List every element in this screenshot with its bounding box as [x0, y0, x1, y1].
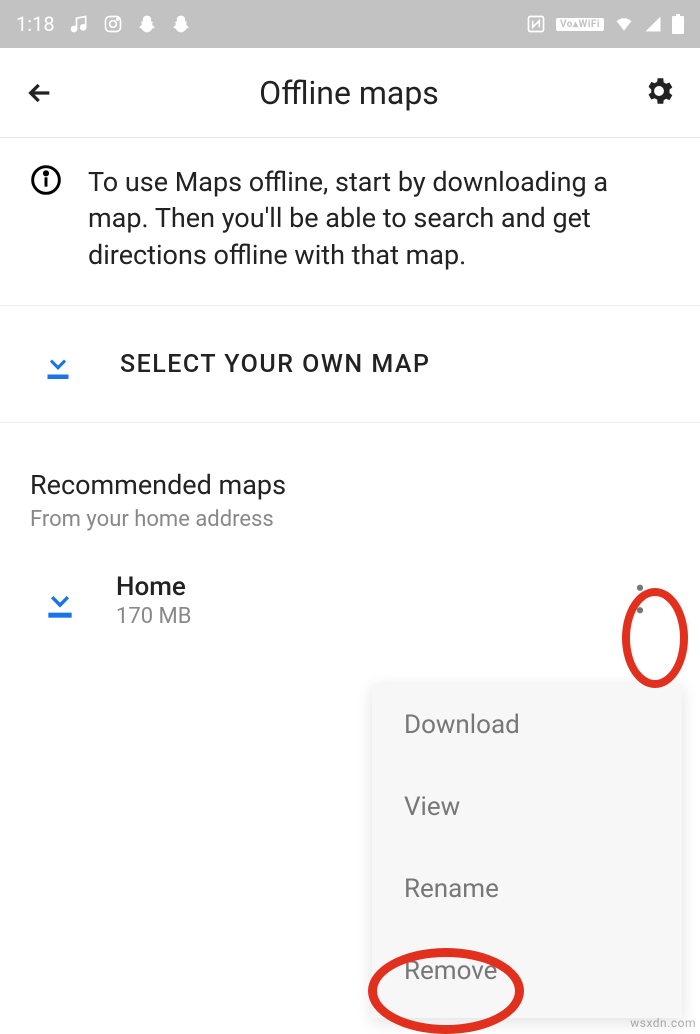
back-button[interactable] [24, 73, 56, 113]
status-left: 1:18 [16, 12, 191, 36]
info-text: To use Maps offline, start by downloadin… [88, 164, 670, 273]
signal-icon [644, 15, 662, 33]
map-name: Home [116, 572, 584, 602]
select-own-map-label: SELECT YOUR OWN MAP [120, 350, 430, 379]
map-info: Home 170 MB [116, 572, 584, 629]
info-icon [30, 164, 62, 273]
wifi-icon [614, 15, 634, 33]
map-size: 170 MB [116, 604, 584, 629]
recommended-map-row[interactable]: Home 170 MB [0, 542, 700, 649]
info-banner: To use Maps offline, start by downloadin… [0, 138, 700, 306]
snapchat-icon [137, 14, 157, 34]
context-menu: Download View Rename Remove [372, 684, 682, 1018]
music-icon [69, 14, 89, 34]
menu-item-download[interactable]: Download [372, 684, 682, 766]
instagram-icon [103, 14, 123, 34]
recommended-section: Recommended maps From your home address [0, 423, 700, 542]
settings-button[interactable] [642, 73, 676, 113]
recommended-title: Recommended maps [30, 469, 670, 501]
gear-icon [642, 74, 676, 111]
menu-item-rename[interactable]: Rename [372, 848, 682, 930]
recommended-subtitle: From your home address [30, 507, 670, 532]
more-options-button[interactable] [620, 581, 660, 621]
download-icon [40, 346, 76, 382]
watermark: wsxdn.com [630, 1016, 696, 1030]
download-icon [40, 581, 80, 621]
status-right: Vo▴WiFi [526, 14, 684, 34]
vowifi-badge: Vo▴WiFi [556, 18, 604, 31]
select-own-map-row[interactable]: SELECT YOUR OWN MAP [0, 306, 700, 423]
status-bar: 1:18 Vo▴WiFi [0, 0, 700, 48]
nfc-icon [526, 14, 546, 34]
app-bar: Offline maps [0, 48, 700, 138]
page-title: Offline maps [259, 74, 439, 112]
menu-item-remove[interactable]: Remove [372, 930, 682, 1012]
status-time: 1:18 [16, 12, 55, 36]
more-vert-icon [636, 584, 644, 617]
menu-item-view[interactable]: View [372, 766, 682, 848]
battery-icon [672, 14, 684, 34]
snapchat-icon-2 [171, 14, 191, 34]
